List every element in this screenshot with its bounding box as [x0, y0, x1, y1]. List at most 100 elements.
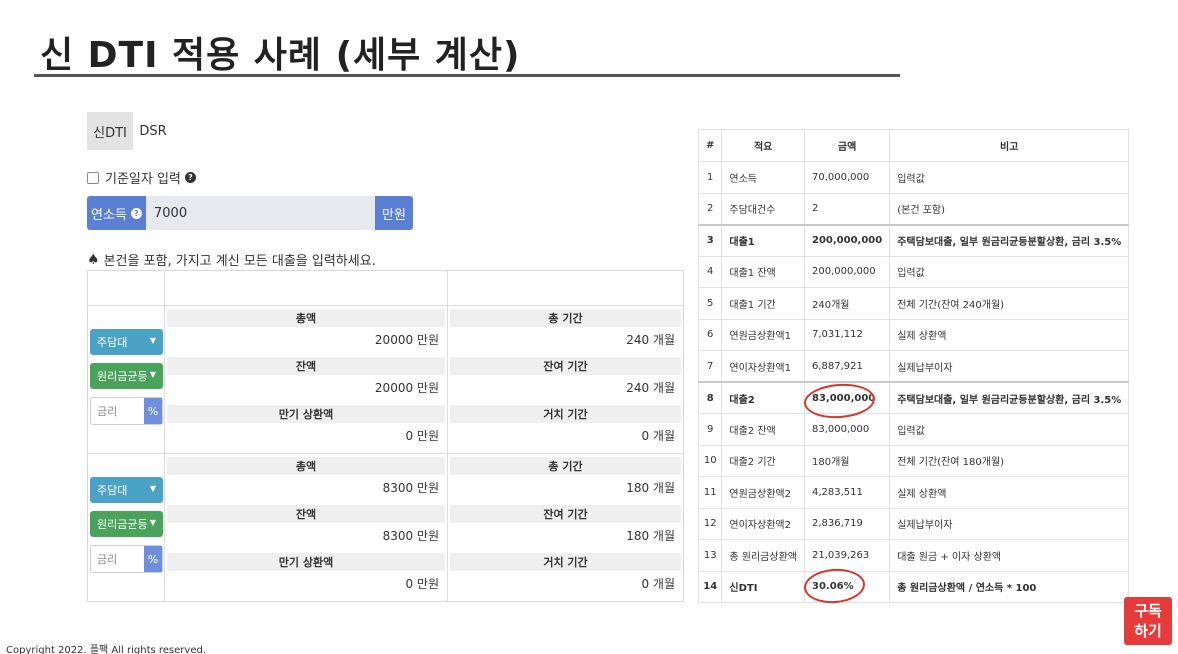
amount-cell: 200,000,000 [803, 255, 891, 288]
remark-cell: 입력값 [889, 413, 1130, 446]
amount-cell: 70,000,000 [803, 161, 891, 194]
remark-cell: 입력값 [889, 161, 1130, 194]
grace-period-value[interactable]: 0 개월 [450, 573, 681, 593]
row-number-cell: 11 [697, 476, 723, 509]
period-value[interactable]: 240 개월 [450, 329, 681, 349]
grace-period-label: 거치 기간 [450, 553, 681, 571]
amount-cell: 7,031,112 [803, 318, 891, 351]
income-input-group: 연소득 ? 7000 만원 [87, 196, 413, 230]
balance-label: 잔액 [167, 357, 445, 375]
row-number-cell: 1 [697, 161, 723, 194]
help-icon[interactable]: ? [184, 172, 196, 183]
income-unit: 만원 [375, 196, 413, 230]
interest-rate-input[interactable]: 금리 % [90, 397, 163, 425]
amount-cell: 200,000,000 [803, 223, 891, 257]
table-row: 9 대출2 잔액 83,000,000 입력값 [697, 413, 1130, 446]
row-number-cell: 13 [697, 539, 723, 572]
grace-period-value[interactable]: 0 개월 [450, 425, 681, 445]
tab-dsr[interactable]: DSR [133, 112, 173, 150]
repayment-type-value: 원리금균등 [97, 518, 148, 531]
repayment-type-value: 원리금균등 [97, 370, 148, 383]
maturity-repayment-value[interactable]: 0 만원 [167, 573, 445, 593]
tab-new-dti[interactable]: 신DTI [87, 112, 133, 150]
total-label: 총액 [167, 457, 445, 475]
column-header: 금액 [803, 129, 891, 162]
table-row: 8 대출2 83,000,000 주택담보대출, 일부 원금리균등분할상환, 금리 3… [697, 381, 1130, 414]
repayment-type-select[interactable]: 원리금균등 ▼ [90, 363, 163, 389]
table-row: 10 대출2 기간 180개월 전체 기간(잔여 180개월) [697, 444, 1130, 477]
maturity-repayment-value[interactable]: 0 만원 [167, 425, 445, 445]
remaining-period-value[interactable]: 180 개월 [450, 525, 681, 545]
remark-cell: 총 원리금상환액 / 연소득 * 100 [889, 570, 1130, 603]
subscribe-button[interactable]: 구독 하기 [1124, 597, 1172, 645]
loan-type-value: 주담대 [97, 336, 128, 349]
row-number-cell: 9 [697, 413, 723, 446]
income-input[interactable]: 7000 [146, 196, 375, 230]
repayment-type-select[interactable]: 원리금균등 ▼ [90, 511, 163, 537]
summary-cell: 연원금상환액1 [721, 318, 805, 351]
rate-placeholder: 금리 [97, 553, 118, 566]
row-number-cell: 8 [697, 381, 723, 414]
summary-cell: 연이자상환액1 [721, 350, 805, 383]
table-row: 13 총 원리금상환액 21,039,263 대출 원금 + 이자 상환액 [697, 539, 1130, 572]
page-title: 신 DTI 적용 사례 (세부 계산) [40, 35, 521, 76]
calc-tabs: 신DTI DSR [87, 112, 173, 150]
table-row: 12 연이자상환액2 2,836,719 실제납부이자 [697, 507, 1130, 540]
period-label: 총 기간 [450, 457, 681, 475]
loan-row: 주담대 ▼ 원리금균등 ▼ 금리 % 총액 8300 만원 총 기간 180 개월 … [88, 453, 683, 601]
summary-cell: 대출2 잔액 [721, 413, 805, 446]
help-icon[interactable]: ? [130, 207, 142, 219]
table-row: 4 대출1 잔액 200,000,000 입력값 [697, 255, 1130, 288]
remark-cell: (본건 포함) [889, 192, 1130, 225]
balance-label: 잔액 [167, 505, 445, 523]
balance-value[interactable]: 20000 만원 [167, 377, 445, 397]
summary-cell: 연소득 [721, 161, 805, 194]
summary-cell: 연원금상환액2 [721, 476, 805, 509]
caret-down-icon: ▼ [149, 336, 156, 345]
row-number-cell: 5 [697, 287, 723, 320]
table-row: 6 연원금상환액1 7,031,112 실제 상환액 [697, 318, 1130, 351]
amount-cell: 240개월 [803, 287, 891, 320]
row-number-cell: 7 [697, 350, 723, 383]
period-value[interactable]: 180 개월 [450, 477, 681, 497]
row-number-cell: 6 [697, 318, 723, 351]
amount-cell: 4,283,511 [803, 476, 891, 509]
remark-cell: 실제 상환액 [889, 318, 1130, 351]
column-header: 비고 [889, 129, 1130, 162]
summary-cell: 대출2 기간 [721, 444, 805, 477]
calculation-table: # 적요 금액 비고 1 연소득 70,000,000 입력값 2 주담대건수 2 (본건 포… [697, 129, 1130, 603]
amount-cell: 21,039,263 [803, 539, 891, 572]
remaining-period-label: 잔여 기간 [450, 505, 681, 523]
summary-cell: 대출1 [721, 223, 805, 257]
summary-cell: 대출2 [721, 381, 805, 414]
caret-down-icon: ▼ [149, 518, 156, 527]
table-row: 14 신DTI 30.06% 총 원리금상환액 / 연소득 * 100 [697, 570, 1130, 603]
caret-down-icon: ▼ [149, 484, 156, 493]
total-value[interactable]: 20000 만원 [167, 329, 445, 349]
table-row: 7 연이자상환액1 6,887,921 실제납부이자 [697, 350, 1130, 383]
remark-cell: 전체 기간(잔여 240개월) [889, 287, 1130, 320]
row-number-cell: 3 [697, 223, 723, 257]
amount-cell: 180개월 [803, 444, 891, 477]
loan-type-value: 주담대 [97, 484, 128, 497]
interest-rate-input[interactable]: 금리 % [90, 545, 163, 573]
remark-cell: 주택담보대출, 일부 원금리균등분할상환, 금리 3.5% [889, 223, 1130, 257]
title-divider [34, 74, 900, 77]
remaining-period-label: 잔여 기간 [450, 357, 681, 375]
rate-placeholder: 금리 [97, 405, 118, 418]
period-label: 총 기간 [450, 309, 681, 327]
balance-value[interactable]: 8300 만원 [167, 525, 445, 545]
table-row: 2 주담대건수 2 (본건 포함) [697, 192, 1130, 225]
remaining-period-value[interactable]: 240 개월 [450, 377, 681, 397]
total-value[interactable]: 8300 만원 [167, 477, 445, 497]
summary-cell: 연이자상환액2 [721, 507, 805, 540]
base-date-label[interactable]: 기준일자 입력 [105, 168, 181, 187]
loan-type-select[interactable]: 주담대 ▼ [90, 477, 163, 503]
amount-cell: 2 [803, 192, 891, 225]
row-number-cell: 4 [697, 255, 723, 288]
maturity-repayment-label: 만기 상환액 [167, 405, 445, 423]
base-date-checkbox[interactable] [87, 171, 99, 184]
summary-cell: 대출1 잔액 [721, 255, 805, 288]
loan-type-select[interactable]: 주담대 ▼ [90, 329, 163, 355]
amount-cell: 83,000,000 [803, 413, 891, 446]
